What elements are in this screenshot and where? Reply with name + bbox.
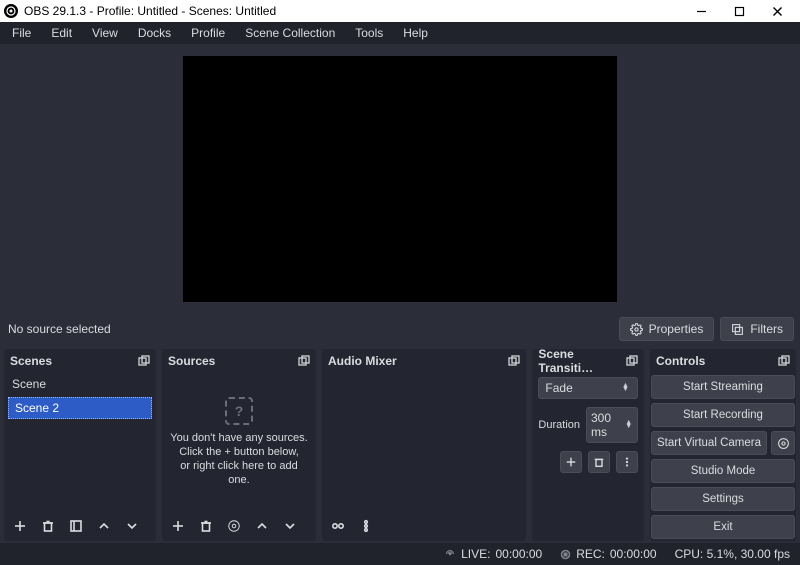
no-source-label: No source selected [8,322,111,336]
menu-tools[interactable]: Tools [347,24,391,42]
popout-icon[interactable] [138,355,150,367]
popout-icon[interactable] [298,355,310,367]
scene-item[interactable]: Scene [4,373,156,395]
status-bar: LIVE: 00:00:00 REC: 00:00:00 CPU: 5.1%, … [0,543,800,565]
titlebar: OBS 29.1.3 - Profile: Untitled - Scenes:… [0,0,800,22]
duration-label: Duration [538,419,580,431]
menu-view[interactable]: View [84,24,126,42]
popout-icon[interactable] [508,355,520,367]
scene-down-button[interactable] [122,516,142,536]
window-title: OBS 29.1.3 - Profile: Untitled - Scenes:… [24,4,682,18]
sources-title: Sources [168,354,215,368]
menu-profile[interactable]: Profile [183,24,233,42]
rec-label: REC: [576,547,605,561]
filters-label: Filters [750,322,783,336]
transition-select[interactable]: Fade ▲▼ [538,377,638,399]
obs-logo-icon [4,4,18,18]
record-icon [560,549,571,560]
start-recording-button[interactable]: Start Recording [651,403,795,427]
settings-button[interactable]: Settings [651,487,795,511]
menu-docks[interactable]: Docks [130,24,179,42]
duration-spinner[interactable]: 300 ms ▲▼ [586,407,638,443]
mixer-body [322,373,526,511]
start-virtual-camera-button[interactable]: Start Virtual Camera [651,431,767,455]
context-toolbar: No source selected Properties Filters [0,314,800,346]
virtual-camera-settings-button[interactable] [771,431,795,455]
filters-button[interactable]: Filters [720,317,794,341]
minimize-button[interactable] [682,0,720,22]
gear-icon [630,323,643,336]
remove-source-button[interactable] [196,516,216,536]
sources-empty-state: ? You don't have any sources. Click the … [162,373,316,511]
studio-mode-button[interactable]: Studio Mode [651,459,795,483]
broadcast-icon [444,548,456,560]
scene-item-selected[interactable]: Scene 2 [8,397,152,419]
preview-area [0,44,800,314]
source-down-button[interactable] [280,516,300,536]
sources-list[interactable]: ? You don't have any sources. Click the … [162,373,316,511]
duration-value: 300 ms [591,411,625,439]
live-label: LIVE: [461,547,490,561]
start-streaming-button[interactable]: Start Streaming [651,375,795,399]
popout-icon[interactable] [626,355,638,367]
add-source-button[interactable] [168,516,188,536]
maximize-button[interactable] [720,0,758,22]
source-up-button[interactable] [252,516,272,536]
remove-transition-button[interactable] [588,451,610,473]
filters-icon [731,323,744,336]
mixer-menu-button[interactable] [356,516,376,536]
advanced-audio-button[interactable] [328,516,348,536]
remove-scene-button[interactable] [38,516,58,536]
audio-mixer-dock: Audio Mixer [322,349,526,541]
transition-menu-button[interactable] [616,451,638,473]
menu-file[interactable]: File [4,24,39,42]
close-button[interactable] [758,0,796,22]
controls-title: Controls [656,354,705,368]
mixer-title: Audio Mixer [328,354,397,368]
docks-row: Scenes Scene Scene 2 Sources ? You don't… [0,345,800,543]
scenes-list[interactable]: Scene Scene 2 [4,373,156,511]
add-transition-button[interactable] [560,451,582,473]
chevron-updown-icon: ▲▼ [625,421,633,429]
transitions-dock: Scene Transiti… Fade ▲▼ Duration 300 ms … [532,349,644,541]
menu-help[interactable]: Help [395,24,436,42]
menu-scene-collection[interactable]: Scene Collection [237,24,343,42]
scene-up-button[interactable] [94,516,114,536]
popout-icon[interactable] [778,355,790,367]
controls-dock: Controls Start Streaming Start Recording… [650,349,796,541]
sources-empty-line3: or right click here to add one. [170,459,308,487]
properties-button[interactable]: Properties [619,317,715,341]
exit-button[interactable]: Exit [651,515,795,539]
properties-label: Properties [649,322,704,336]
add-scene-button[interactable] [10,516,30,536]
sources-dock: Sources ? You don't have any sources. Cl… [162,349,316,541]
preview-canvas[interactable] [183,56,617,302]
scenes-dock: Scenes Scene Scene 2 [4,349,156,541]
sources-empty-line1: You don't have any sources. [170,431,308,445]
live-time: 00:00:00 [495,547,542,561]
question-icon: ? [225,397,253,425]
transition-value: Fade [545,381,572,395]
menu-edit[interactable]: Edit [43,24,80,42]
scenes-title: Scenes [10,354,52,368]
source-properties-button[interactable] [224,516,244,536]
scene-filters-button[interactable] [66,516,86,536]
sources-empty-line2: Click the + button below, [170,445,308,459]
chevron-updown-icon: ▲▼ [622,384,631,392]
cpu-stats: CPU: 5.1%, 30.00 fps [675,547,790,561]
menubar: File Edit View Docks Profile Scene Colle… [0,22,800,44]
rec-time: 00:00:00 [610,547,657,561]
transitions-title: Scene Transiti… [538,347,626,375]
